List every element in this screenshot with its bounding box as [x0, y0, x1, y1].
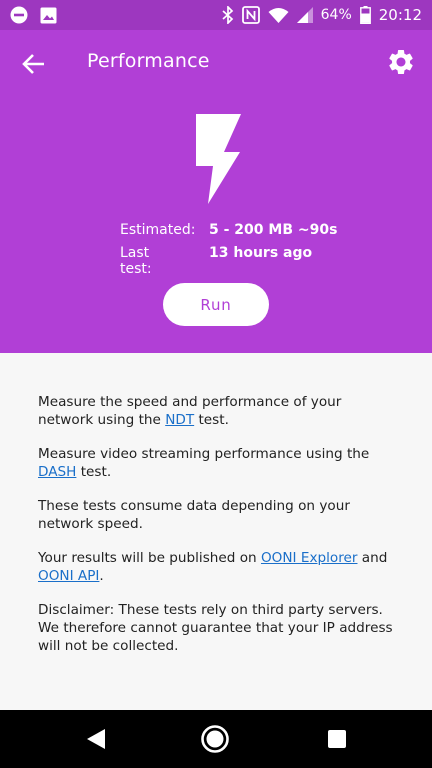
test-header: Performance Estimated: 5 - 200 MB ~90s L…: [0, 30, 432, 353]
status-bar-right: 64% 20:12: [222, 5, 422, 25]
status-bar-left: [10, 6, 57, 24]
ooni-api-link[interactable]: OONI API: [38, 568, 99, 584]
status-bar: 64% 20:12: [0, 0, 432, 30]
test-description: Measure the speed and performance of you…: [38, 393, 398, 671]
dash-text-before: Measure video streaming performance usin…: [38, 446, 370, 462]
back-triangle-icon: [87, 729, 105, 749]
nav-back-button[interactable]: [82, 724, 112, 754]
description-paragraph-dash: Measure video streaming performance usin…: [38, 445, 398, 481]
image-icon: [40, 7, 57, 23]
estimated-label: Estimated:: [120, 222, 196, 238]
nfc-icon: [241, 6, 260, 24]
publishing-text-before: Your results will be published on: [38, 550, 261, 566]
nav-recents-button[interactable]: [322, 724, 352, 754]
estimated-value: 5 - 200 MB ~90s: [209, 222, 338, 238]
description-paragraph-disclaimer: Disclaimer: These tests rely on third pa…: [38, 602, 393, 654]
description-paragraph-publishing: Your results will be published on OONI E…: [38, 549, 398, 585]
back-button[interactable]: [18, 48, 50, 80]
battery-icon: [359, 6, 371, 24]
home-circle-icon: [201, 725, 229, 753]
battery-percent: 64%: [320, 7, 352, 23]
bluetooth-icon: [222, 6, 233, 24]
last-test-value: 13 hours ago: [209, 245, 313, 261]
nav-home-button[interactable]: [200, 724, 230, 754]
ndt-link[interactable]: NDT: [165, 412, 194, 428]
description-paragraph-data-usage: These tests consume data depending on yo…: [38, 498, 350, 532]
settings-button[interactable]: [386, 47, 416, 77]
publishing-text-after: .: [99, 568, 104, 584]
dash-link[interactable]: DASH: [38, 464, 76, 480]
run-button[interactable]: Run: [163, 283, 269, 326]
ndt-text-after: test.: [194, 412, 229, 428]
ooni-explorer-link[interactable]: OONI Explorer: [261, 550, 358, 566]
description-paragraph-ndt: Measure the speed and performance of you…: [38, 393, 398, 429]
publishing-text-middle: and: [357, 550, 388, 566]
last-test-label: Last test:: [120, 245, 152, 277]
do-not-disturb-icon: [10, 6, 28, 24]
gear-icon: [389, 49, 413, 74]
arrow-back-icon: [22, 54, 44, 74]
navigation-bar: [0, 710, 432, 768]
dash-text-after: test.: [76, 464, 112, 480]
status-time: 20:12: [378, 6, 422, 24]
cell-signal-icon: [296, 7, 313, 23]
recents-square-icon: [328, 730, 346, 748]
page-title: Performance: [87, 50, 210, 72]
lightning-bolt-icon: [196, 114, 241, 204]
wifi-icon: [268, 8, 289, 23]
